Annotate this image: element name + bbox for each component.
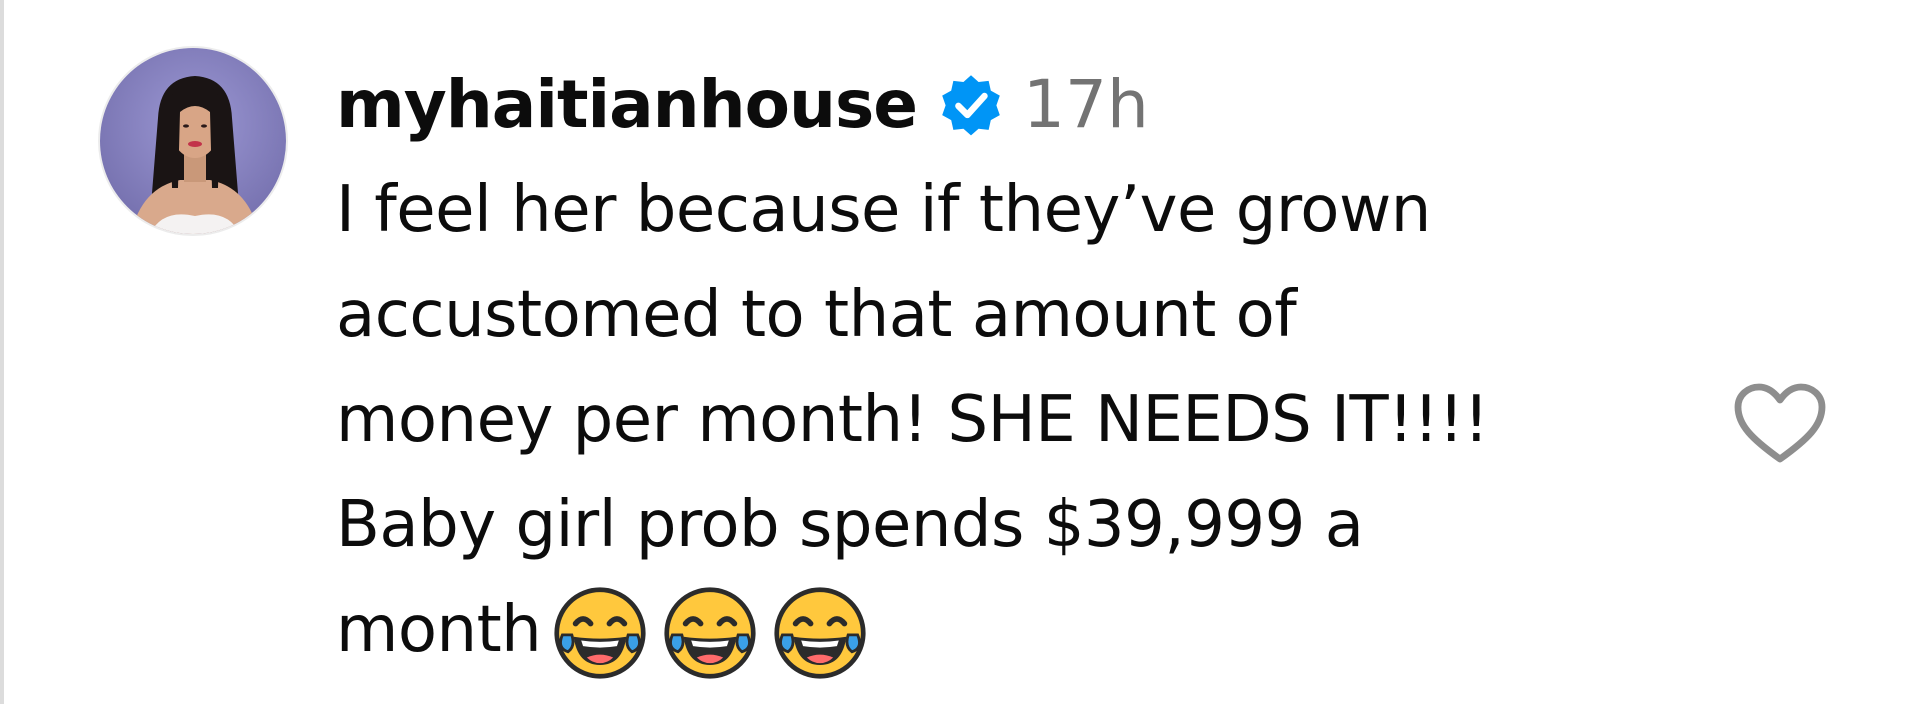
left-border-divider	[0, 0, 4, 704]
avatar-image	[100, 48, 286, 234]
laughing-tears-emoji-icon	[663, 586, 757, 680]
comment-line: accustomed to that amount of	[336, 278, 1297, 352]
comment-page: myhaitianhouse 17h I feel her because if…	[0, 0, 1920, 704]
comment-line-text: month	[336, 593, 542, 667]
emoji-group	[553, 585, 883, 681]
laughing-tears-emoji-icon	[553, 586, 647, 680]
comment-line: I feel her because if they’ve grown	[336, 173, 1431, 247]
verified-badge-icon	[935, 69, 1007, 141]
comment-line: Baby girl prob spends $39,999 a	[336, 488, 1364, 562]
comment-timestamp[interactable]: 17h	[1023, 60, 1149, 150]
like-button[interactable]	[1732, 378, 1828, 468]
avatar[interactable]	[98, 46, 288, 236]
comment-body: myhaitianhouse 17h I feel her because if…	[336, 60, 1636, 683]
comment-line-last: month	[336, 578, 1636, 683]
username-link[interactable]: myhaitianhouse	[336, 60, 918, 150]
comment-text: I feel her because if they’ve grown accu…	[336, 158, 1636, 683]
comment-header: myhaitianhouse 17h	[336, 60, 1636, 150]
laughing-tears-emoji-icon	[773, 586, 867, 680]
heart-outline-icon	[1734, 383, 1826, 463]
comment-line: money per month! SHE NEEDS IT!!!!	[336, 383, 1489, 457]
